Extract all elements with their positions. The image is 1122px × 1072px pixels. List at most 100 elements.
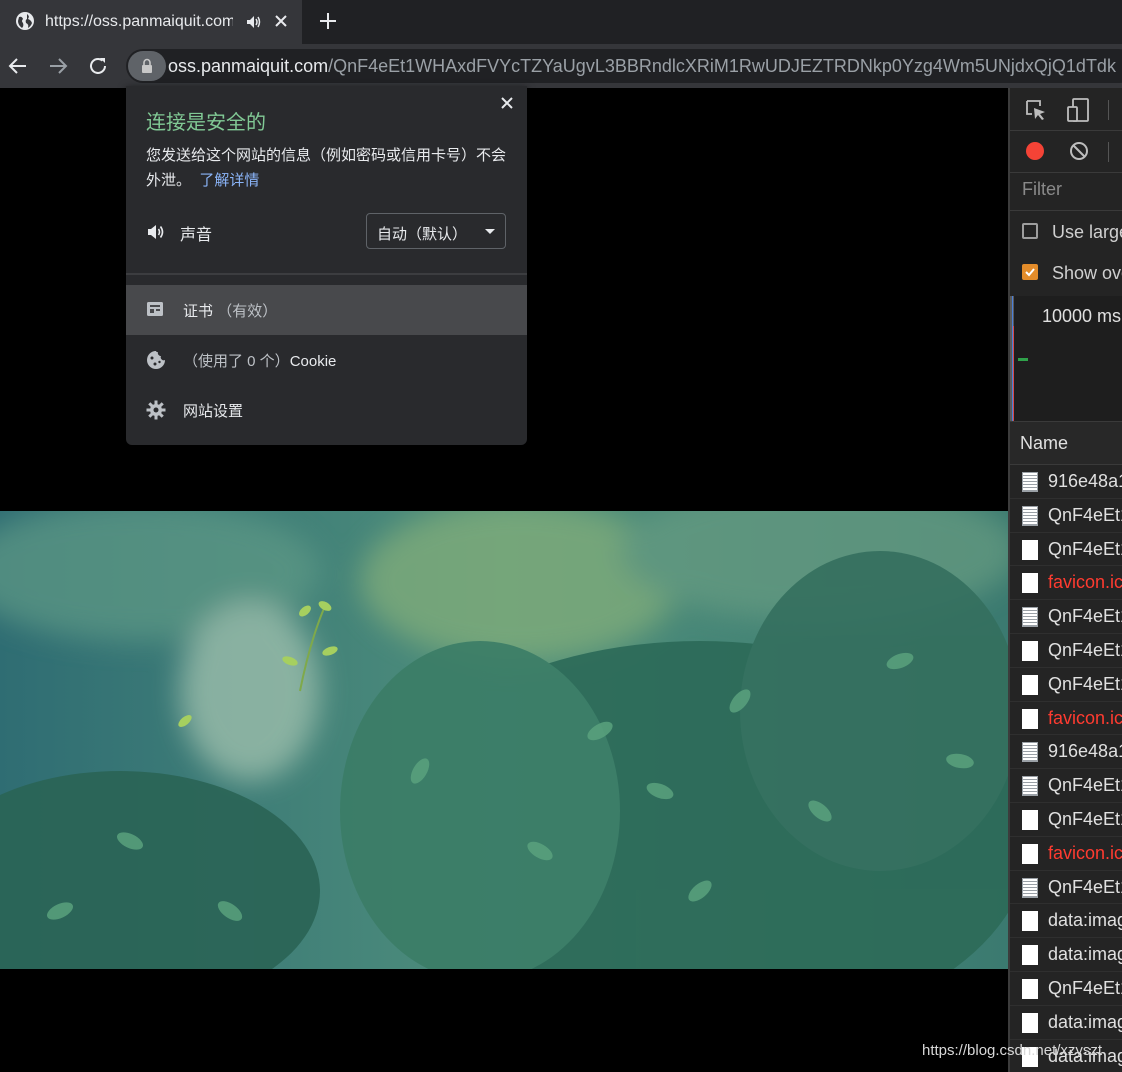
sound-label: 声音 <box>180 227 213 244</box>
request-name: QnF4eEt1 <box>1048 775 1122 796</box>
inspect-element-icon[interactable] <box>1024 98 1048 122</box>
table-row[interactable]: data:imag <box>1010 1006 1122 1040</box>
device-toolbar-icon[interactable] <box>1066 97 1090 123</box>
request-name: favicon.ic <box>1048 707 1122 728</box>
filter-bar: Filter <box>1010 172 1122 211</box>
overview-timeline[interactable]: 10000 ms <box>1010 296 1122 422</box>
site-info-button[interactable] <box>128 51 166 81</box>
table-row[interactable]: data:imag <box>1010 904 1122 939</box>
blank-file-icon <box>1022 573 1038 594</box>
blank-file-icon <box>1022 978 1038 999</box>
document-file-icon <box>1022 742 1038 763</box>
globe-icon <box>16 12 34 30</box>
chevron-down-icon <box>485 229 495 234</box>
speaker-icon[interactable] <box>246 14 262 30</box>
connection-secure-title: 连接是安全的 <box>146 112 266 134</box>
name-column-header[interactable]: Name <box>1010 422 1122 465</box>
request-name: data:imag <box>1048 910 1122 931</box>
document-file-icon <box>1022 505 1038 526</box>
watermark: https://blog.csdn.net/xzyszt <box>922 1042 1103 1059</box>
lock-icon <box>142 58 152 73</box>
table-row[interactable]: favicon.ic <box>1010 702 1122 736</box>
use-large-rows-checkbox[interactable] <box>1022 223 1038 239</box>
table-row[interactable]: QnF4eEt1 <box>1010 769 1122 803</box>
arrow-back-icon[interactable] <box>6 54 30 78</box>
cookie-text: Cookie <box>289 353 337 370</box>
tab-strip: https://oss.panmaiquit.com <box>0 0 1122 44</box>
table-row[interactable]: QnF4eEt1 <box>1010 499 1122 533</box>
site-settings-label: 网站设置 <box>183 403 244 420</box>
request-name: data:imag <box>1048 1011 1122 1032</box>
table-row[interactable]: data:imag <box>1010 938 1122 972</box>
cookie-item[interactable]: （使用了 0 个）Cookie <box>126 335 527 385</box>
table-row[interactable]: 916e48a1 <box>1010 735 1122 770</box>
close-icon[interactable] <box>498 94 516 112</box>
request-name: data:imag <box>1048 944 1122 965</box>
network-options: Use large Show ove <box>1010 210 1122 296</box>
gear-icon <box>146 400 166 420</box>
blank-file-icon <box>1022 708 1038 729</box>
checkmark-icon <box>1025 268 1035 277</box>
blank-file-icon <box>1022 843 1038 864</box>
url-path: /QnF4eEt1WHAxdFVYcTZYaUgvL3BBRndlcXRiM1R… <box>328 56 1116 76</box>
page-image <box>0 511 1008 969</box>
cookie-count: （使用了 0 个） <box>183 353 290 370</box>
request-name: QnF4eEt1 <box>1048 673 1122 694</box>
certificate-label: 证书 （有效） <box>183 300 277 321</box>
request-name: 916e48a1 <box>1048 471 1122 491</box>
request-name: QnF4eEt1 <box>1048 538 1122 559</box>
blank-file-icon <box>1022 945 1038 966</box>
request-name: 916e48a1 <box>1048 741 1122 762</box>
sound-select[interactable]: 自动（默认） <box>366 213 506 249</box>
document-file-icon <box>1022 776 1038 797</box>
address-bar[interactable]: oss.panmaiquit.com/QnF4eEt1WHAxdFVYcTZYa… <box>126 49 1122 83</box>
certificate-item[interactable]: 证书 （有效） <box>126 285 527 335</box>
blank-file-icon <box>1022 809 1038 830</box>
browser-toolbar: oss.panmaiquit.com/QnF4eEt1WHAxdFVYcTZYa… <box>0 44 1122 88</box>
sound-select-value: 自动（默认） <box>377 226 468 243</box>
arrow-forward-icon[interactable] <box>46 54 70 78</box>
table-row[interactable]: QnF4eEt1 <box>1010 871 1122 905</box>
browser-tab[interactable]: https://oss.panmaiquit.com <box>0 0 302 44</box>
blank-file-icon <box>1022 911 1038 932</box>
learn-more-link[interactable]: 了解详情 <box>199 172 259 189</box>
blank-file-icon <box>1022 674 1038 695</box>
document-file-icon <box>1022 877 1038 898</box>
cookie-label: （使用了 0 个）Cookie <box>183 350 336 371</box>
filter-input[interactable]: Filter <box>1022 179 1062 200</box>
table-row[interactable]: QnF4eEt1 <box>1010 533 1122 567</box>
show-overview-checkbox[interactable] <box>1022 264 1038 280</box>
table-row[interactable]: QnF4eEt1 <box>1010 803 1122 837</box>
connection-description: 您发送给这个网站的信息（例如密码或信用卡号）不会外泄。 了解详情 <box>146 143 512 193</box>
certificate-icon <box>147 302 163 316</box>
request-name: favicon.ic <box>1048 572 1122 593</box>
record-icon[interactable] <box>1024 140 1046 162</box>
new-tab-icon[interactable] <box>318 11 338 31</box>
table-row[interactable]: QnF4eEt1 <box>1010 600 1122 634</box>
timeline-tick-label: 10000 ms <box>1042 306 1122 326</box>
request-name: QnF4eEt1 <box>1048 977 1122 998</box>
certificate-status: （有效） <box>217 303 278 320</box>
site-settings-item[interactable]: 网站设置 <box>126 385 527 435</box>
tab-title: https://oss.panmaiquit.com <box>45 13 233 30</box>
table-row[interactable]: QnF4eEt1 <box>1010 634 1122 668</box>
speaker-icon <box>148 225 164 239</box>
clear-icon[interactable] <box>1068 140 1090 162</box>
document-file-icon <box>1022 472 1038 492</box>
table-row[interactable]: QnF4eEt1 <box>1010 668 1122 702</box>
table-row[interactable]: QnF4eEt1 <box>1010 972 1122 1006</box>
blank-file-icon <box>1022 539 1038 560</box>
site-info-popup: 连接是安全的 您发送给这个网站的信息（例如密码或信用卡号）不会外泄。 了解详情 … <box>126 86 527 445</box>
reload-icon[interactable] <box>86 54 110 78</box>
blank-file-icon <box>1022 640 1038 661</box>
request-name: QnF4eEt1 <box>1048 504 1122 525</box>
devtools-top-toolbar <box>1010 88 1122 131</box>
table-row[interactable]: favicon.ic <box>1010 837 1122 871</box>
table-row[interactable]: 916e48a1 <box>1010 465 1122 499</box>
url-text[interactable]: oss.panmaiquit.com/QnF4eEt1WHAxdFVYcTZYa… <box>168 56 1116 76</box>
table-row[interactable]: favicon.ic <box>1010 566 1122 601</box>
request-name: QnF4eEt1 <box>1048 606 1122 627</box>
show-overview-label: Show ove <box>1052 263 1122 283</box>
name-header-label: Name <box>1020 433 1069 453</box>
tab-close-icon[interactable] <box>272 12 290 30</box>
